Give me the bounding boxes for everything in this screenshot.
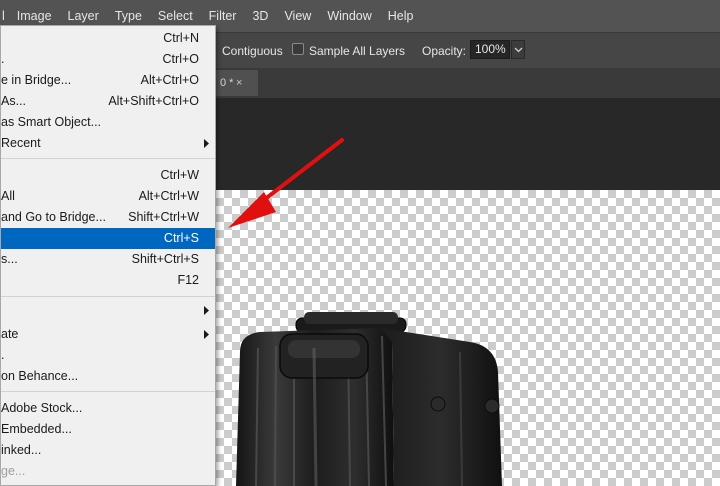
menu-separator xyxy=(1,158,215,159)
red-arrow-icon xyxy=(228,138,344,228)
menu-item-revert[interactable]: F12 xyxy=(1,270,215,291)
dropdown-chevron-icon xyxy=(514,47,523,53)
menu-item-open[interactable]: . Ctrl+O xyxy=(1,49,215,70)
opacity-label: Opacity: xyxy=(422,44,467,58)
menu-item-open-recent[interactable]: Recent xyxy=(1,133,215,154)
contiguous-label[interactable]: Contiguous xyxy=(222,44,283,58)
menu-3d[interactable]: 3D xyxy=(244,0,276,32)
submenu-arrow-icon xyxy=(204,139,209,148)
menu-view[interactable]: View xyxy=(276,0,319,32)
shortcut-text: Ctrl+S xyxy=(163,231,199,245)
menu-item-save[interactable]: Ctrl+S xyxy=(1,228,215,249)
menu-item-export[interactable] xyxy=(1,300,215,321)
menu-item-new[interactable]: Ctrl+N xyxy=(1,28,215,49)
document-tab-label: 0 * xyxy=(220,77,234,89)
submenu-arrow-icon xyxy=(204,330,209,339)
menu-item-close-and-go-to-bridge[interactable]: and Go to Bridge... Shift+Ctrl+W xyxy=(1,207,215,228)
suitcase-image xyxy=(236,312,502,486)
menu-item-open-as[interactable]: As... Alt+Shift+Ctrl+O xyxy=(1,91,215,112)
menu-item-search-adobe-stock[interactable]: Adobe Stock... xyxy=(1,398,215,419)
close-icon[interactable]: × xyxy=(236,77,242,89)
shortcut-text: Ctrl+W xyxy=(160,168,199,182)
shortcut-text: Ctrl+N xyxy=(163,31,199,45)
submenu-arrow-icon xyxy=(204,306,209,315)
menu-item-place-linked[interactable]: inked... xyxy=(1,440,215,461)
shortcut-text: Alt+Shift+Ctrl+O xyxy=(108,94,199,108)
shortcut-text: Alt+Ctrl+W xyxy=(138,189,199,203)
menu-item-share-on-behance[interactable]: on Behance... xyxy=(1,366,215,387)
shortcut-text: Shift+Ctrl+W xyxy=(128,210,199,224)
opacity-input[interactable]: 100% xyxy=(470,40,510,59)
menu-window[interactable]: Window xyxy=(319,0,379,32)
sample-all-layers-label[interactable]: Sample All Layers xyxy=(309,44,405,58)
menu-separator xyxy=(1,296,215,297)
menu-item-place-embedded[interactable]: Embedded... xyxy=(1,419,215,440)
shortcut-text: Ctrl+O xyxy=(162,52,199,66)
file-menu-dropdown: Ctrl+N . Ctrl+O e in Bridge... Alt+Ctrl+… xyxy=(0,25,216,486)
menu-item-package: ge... xyxy=(1,464,26,478)
menu-item-close-all[interactable]: All Alt+Ctrl+W xyxy=(1,186,215,207)
menu-item-browse-in-bridge[interactable]: e in Bridge... Alt+Ctrl+O xyxy=(1,70,215,91)
shortcut-text: Alt+Ctrl+O xyxy=(140,73,199,87)
sample-all-layers-checkbox[interactable] xyxy=(292,43,304,55)
menu-item-share[interactable]: . xyxy=(1,345,215,366)
menu-item-open-as-smart-object[interactable]: as Smart Object... xyxy=(1,112,215,133)
menu-help[interactable]: Help xyxy=(380,0,422,32)
menu-item-save-as[interactable]: s... Shift+Ctrl+S xyxy=(1,249,215,270)
menu-item-close[interactable]: Ctrl+W xyxy=(1,165,215,186)
shortcut-text: Shift+Ctrl+S xyxy=(131,252,199,266)
opacity-dropdown-button[interactable] xyxy=(511,40,525,59)
menu-separator xyxy=(1,391,215,392)
menu-item-generate[interactable]: ate xyxy=(1,324,215,345)
shortcut-text: F12 xyxy=(177,273,199,287)
